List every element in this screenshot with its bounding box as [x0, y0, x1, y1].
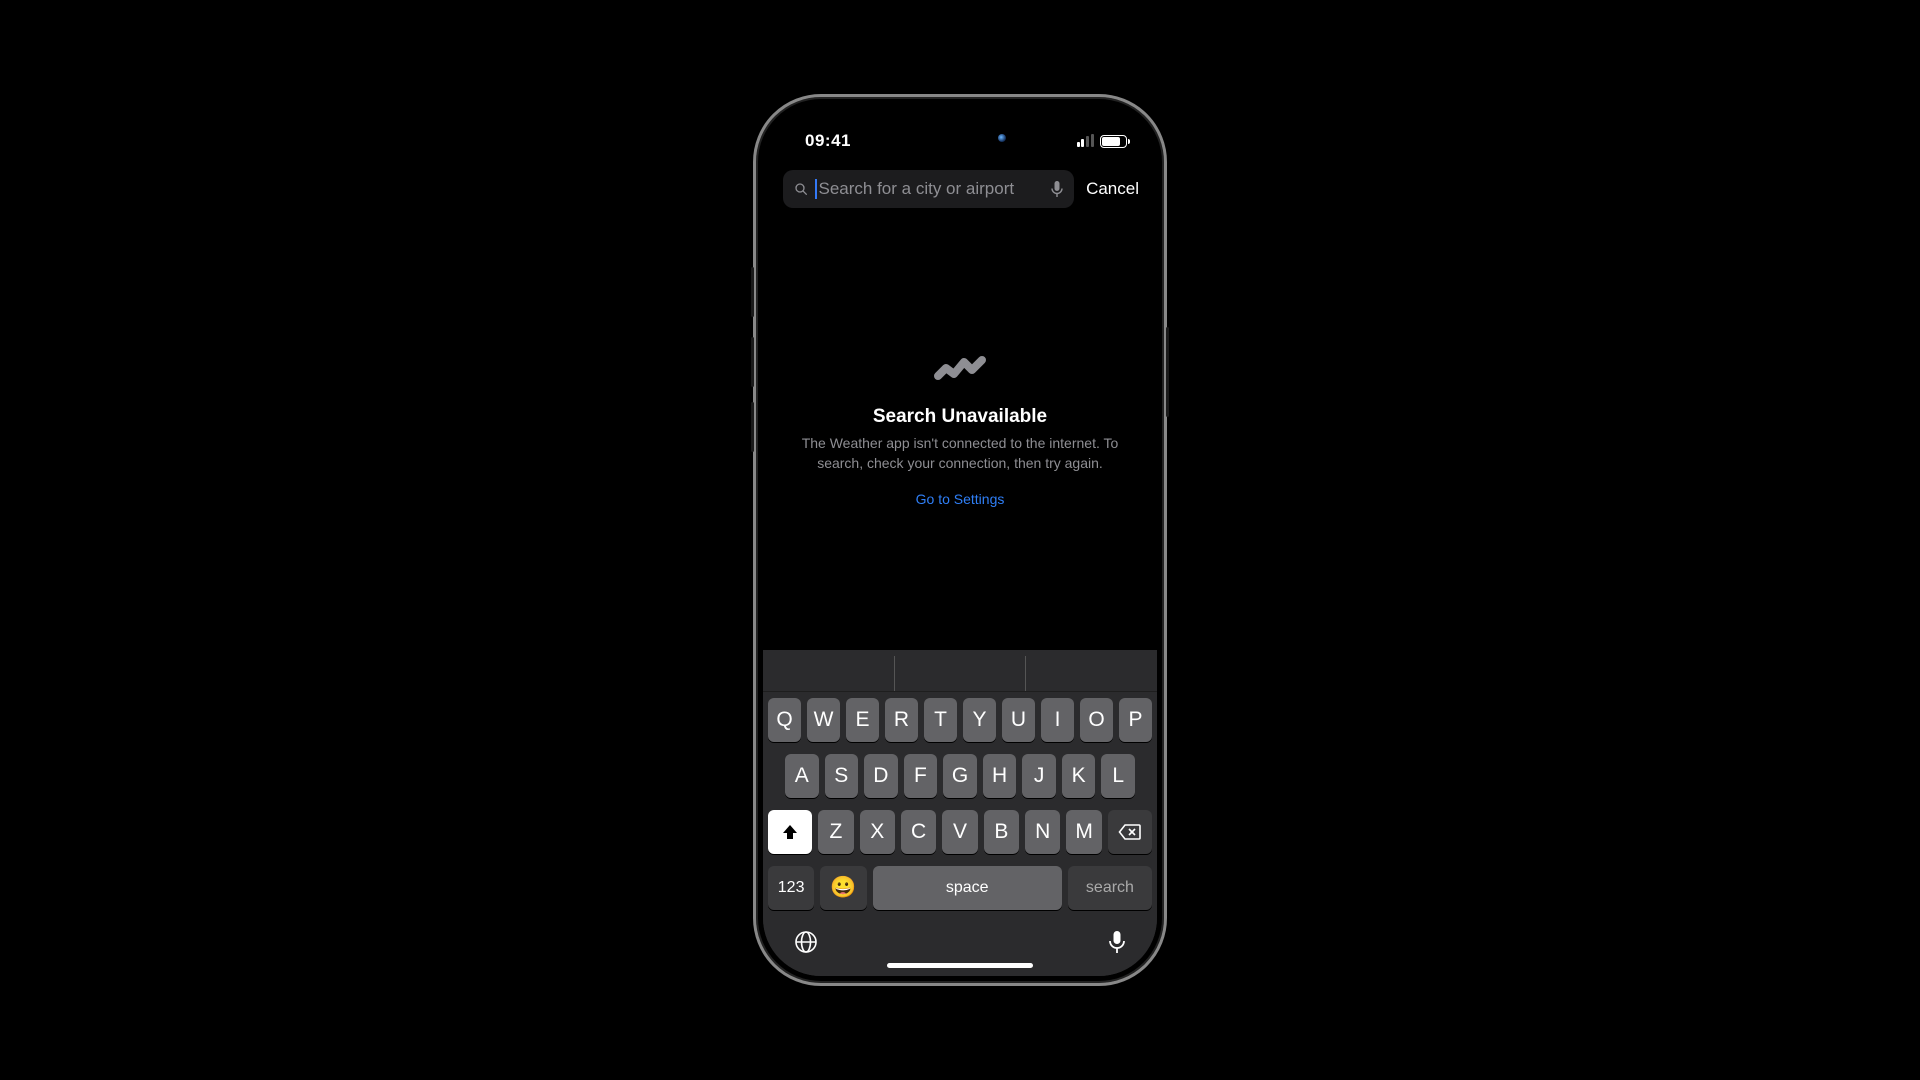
key-h[interactable]: H	[983, 754, 1017, 798]
empty-state-body: The Weather app isn't connected to the i…	[791, 434, 1129, 473]
go-to-settings-link[interactable]: Go to Settings	[916, 491, 1005, 507]
globe-icon[interactable]	[793, 929, 819, 955]
search-field[interactable]	[783, 170, 1074, 208]
key-i[interactable]: I	[1041, 698, 1074, 742]
keyboard-bottom-bar	[763, 916, 1157, 976]
keyboard-prediction-bar	[763, 656, 1157, 692]
dictate-icon[interactable]	[1050, 180, 1064, 198]
numbers-key[interactable]: 123	[768, 866, 814, 910]
prediction-slot[interactable]	[763, 656, 895, 691]
key-e[interactable]: E	[846, 698, 879, 742]
cellular-signal-icon	[1077, 135, 1094, 147]
key-l[interactable]: L	[1101, 754, 1135, 798]
offline-cloud-icon	[928, 348, 992, 384]
backspace-key[interactable]	[1108, 810, 1152, 854]
key-x[interactable]: X	[860, 810, 895, 854]
shift-key[interactable]	[768, 810, 812, 854]
search-row: Cancel	[763, 164, 1157, 218]
prediction-slot[interactable]	[895, 656, 1027, 691]
content-area: Search Unavailable The Weather app isn't…	[763, 218, 1157, 650]
battery-icon	[1100, 135, 1127, 148]
mic-icon[interactable]	[1107, 929, 1127, 955]
search-icon	[793, 181, 809, 197]
home-indicator[interactable]	[887, 963, 1033, 968]
status-time: 09:41	[805, 131, 851, 151]
status-icons	[1077, 135, 1127, 148]
dynamic-island	[890, 118, 1030, 158]
key-s[interactable]: S	[825, 754, 859, 798]
key-v[interactable]: V	[942, 810, 977, 854]
key-t[interactable]: T	[924, 698, 957, 742]
return-key[interactable]: search	[1068, 866, 1152, 910]
key-k[interactable]: K	[1062, 754, 1096, 798]
key-d[interactable]: D	[864, 754, 898, 798]
text-cursor	[815, 179, 817, 199]
empty-state: Search Unavailable The Weather app isn't…	[763, 348, 1157, 507]
key-y[interactable]: Y	[963, 698, 996, 742]
key-a[interactable]: A	[785, 754, 819, 798]
search-input[interactable]	[819, 179, 1045, 199]
key-b[interactable]: B	[984, 810, 1019, 854]
device-frame: 09:41 Cancel	[753, 94, 1167, 986]
cancel-button[interactable]: Cancel	[1086, 179, 1139, 199]
key-p[interactable]: P	[1119, 698, 1152, 742]
prediction-slot[interactable]	[1026, 656, 1157, 691]
key-j[interactable]: J	[1022, 754, 1056, 798]
emoji-key[interactable]: 😀	[820, 866, 866, 910]
key-f[interactable]: F	[904, 754, 938, 798]
key-m[interactable]: M	[1066, 810, 1101, 854]
keyboard: QWERTYUIOP ASDFGHJKL ZXCVBNM 123 😀 space…	[763, 650, 1157, 976]
key-r[interactable]: R	[885, 698, 918, 742]
key-u[interactable]: U	[1002, 698, 1035, 742]
key-z[interactable]: Z	[818, 810, 853, 854]
key-q[interactable]: Q	[768, 698, 801, 742]
key-g[interactable]: G	[943, 754, 977, 798]
key-o[interactable]: O	[1080, 698, 1113, 742]
key-w[interactable]: W	[807, 698, 840, 742]
empty-state-title: Search Unavailable	[873, 406, 1047, 428]
front-camera-icon	[998, 134, 1006, 142]
space-key[interactable]: space	[873, 866, 1062, 910]
key-c[interactable]: C	[901, 810, 936, 854]
screen: 09:41 Cancel	[763, 104, 1157, 976]
key-n[interactable]: N	[1025, 810, 1060, 854]
